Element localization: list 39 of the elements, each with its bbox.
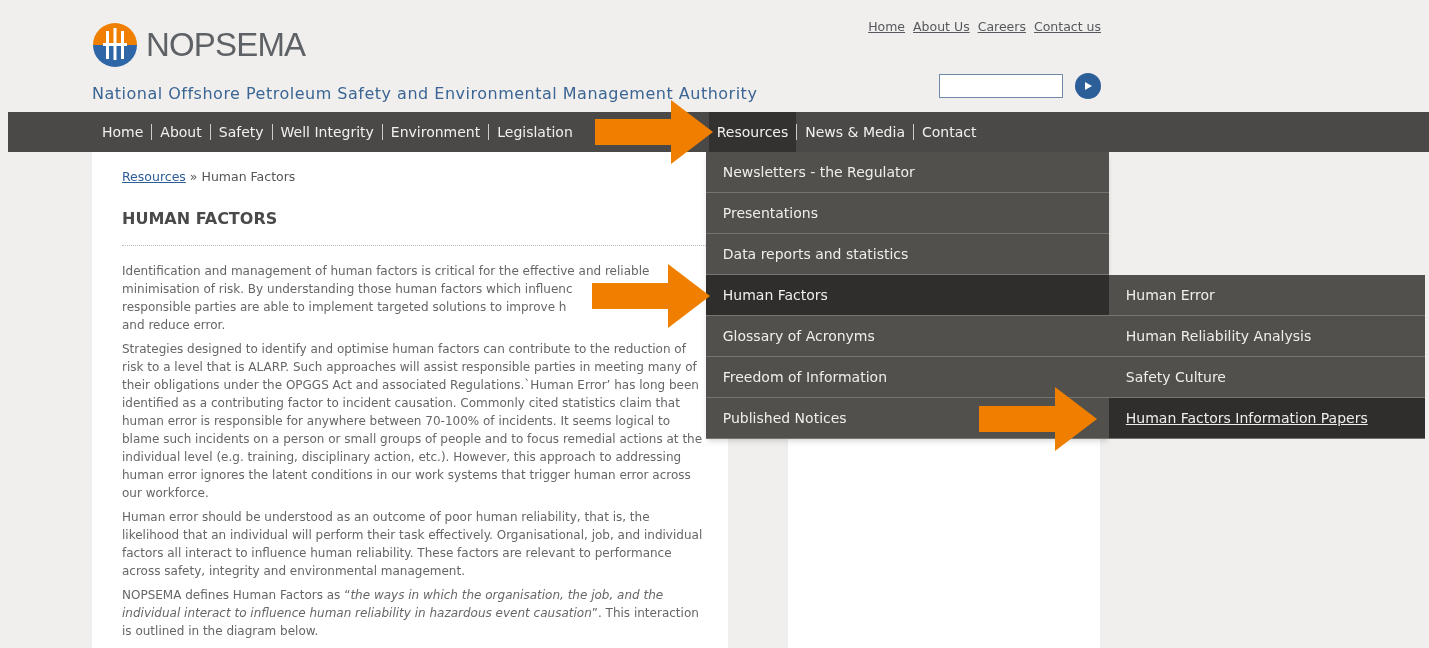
breadcrumb-current: Human Factors bbox=[201, 168, 296, 186]
breadcrumb-separator: » bbox=[189, 168, 198, 186]
nav-item[interactable]: News & Media bbox=[797, 112, 913, 152]
logo-icon bbox=[92, 21, 138, 68]
paragraph: Human error should be understood as an outcome of poor human reliability, that is, the likelihood that an individual will perform their task effectively. Organisational, job, and individual factors all interact to influence human reliability. These factors are relevant to performance across safety, integrity and environmental management. bbox=[122, 508, 704, 580]
menu-item[interactable]: Freedom of Information bbox=[705, 357, 1109, 398]
page-title: HUMAN FACTORS bbox=[122, 206, 706, 246]
nav-item[interactable]: Resources bbox=[708, 112, 797, 152]
top-link[interactable]: Contact us bbox=[1033, 18, 1101, 37]
top-link[interactable]: About Us bbox=[913, 18, 970, 37]
submenu-item[interactable]: Human Reliability Analysis bbox=[1108, 316, 1425, 357]
menu-item[interactable]: Glossary of Acronyms bbox=[705, 316, 1109, 357]
submenu-item[interactable]: Human Error bbox=[1108, 275, 1425, 316]
menu-item[interactable]: Newsletters - the Regulator bbox=[705, 152, 1109, 193]
paragraph: NOPSEMA defines Human Factors as “the ways in which the organisation, the job, and the individual interact to influence human reliability in hazardous event causation”. This interaction is outlined in the diagram below. bbox=[122, 586, 700, 640]
top-link[interactable]: Home bbox=[868, 18, 906, 37]
menu-item[interactable]: Presentations bbox=[705, 193, 1109, 234]
submenu-item[interactable]: Human Factors Information Papers bbox=[1108, 398, 1425, 439]
nav-item[interactable]: About bbox=[152, 112, 210, 152]
nav-item[interactable]: Environment bbox=[382, 112, 489, 152]
nav-item[interactable]: Legislation bbox=[489, 112, 581, 152]
menu-item[interactable]: Data reports and statistics bbox=[705, 234, 1109, 275]
top-link[interactable]: Careers bbox=[977, 18, 1026, 37]
tagline: National Offshore Petroleum Safety and Environmental Management Authority bbox=[92, 82, 758, 105]
breadcrumb-link[interactable]: Resources bbox=[122, 168, 186, 187]
arrow-icon bbox=[978, 387, 1097, 451]
nav-item[interactable]: Safety bbox=[210, 112, 272, 152]
menu-item[interactable]: Human Factors bbox=[705, 275, 1109, 316]
nav-item[interactable]: Home bbox=[94, 112, 152, 152]
arrow-icon bbox=[594, 100, 713, 164]
search-button[interactable] bbox=[1075, 72, 1101, 99]
logo-text: NOPSEMA bbox=[146, 25, 306, 65]
paragraph: Identification and management of human factors is critical for the effective and reliable minimisation of risk. By understanding those human factors which influenc responsible parties are able to implement targeted solutions to improve h and reduce error. bbox=[122, 262, 650, 334]
paragraph: Strategies designed to identify and optimise human factors can contribute to the reduction of risk to a level that is ALARP. Such approaches will assist responsible parties in meeting many of their obligations under the OPGGS Act and associated Regulations.`Human Error’ has long been identified as a contributing factor to incident causation. Commonly cited statistics claim that human error is responsible for anywhere between 70-100% of incidents. It seems logical to blame such incidents on a person or small groups of people and to focus remedial actions at the individual level (e.g. training, disciplinary action, etc.). However, this approach to addressing human error ignores the latent conditions in our work systems that trigger human error across our workforce. bbox=[122, 340, 704, 502]
search-field[interactable] bbox=[939, 73, 1063, 98]
play-icon bbox=[1083, 80, 1093, 91]
nav-item[interactable]: Well Integrity bbox=[272, 112, 382, 152]
nav-item[interactable]: Contact bbox=[913, 112, 985, 152]
submenu-item[interactable]: Safety Culture bbox=[1108, 357, 1425, 398]
